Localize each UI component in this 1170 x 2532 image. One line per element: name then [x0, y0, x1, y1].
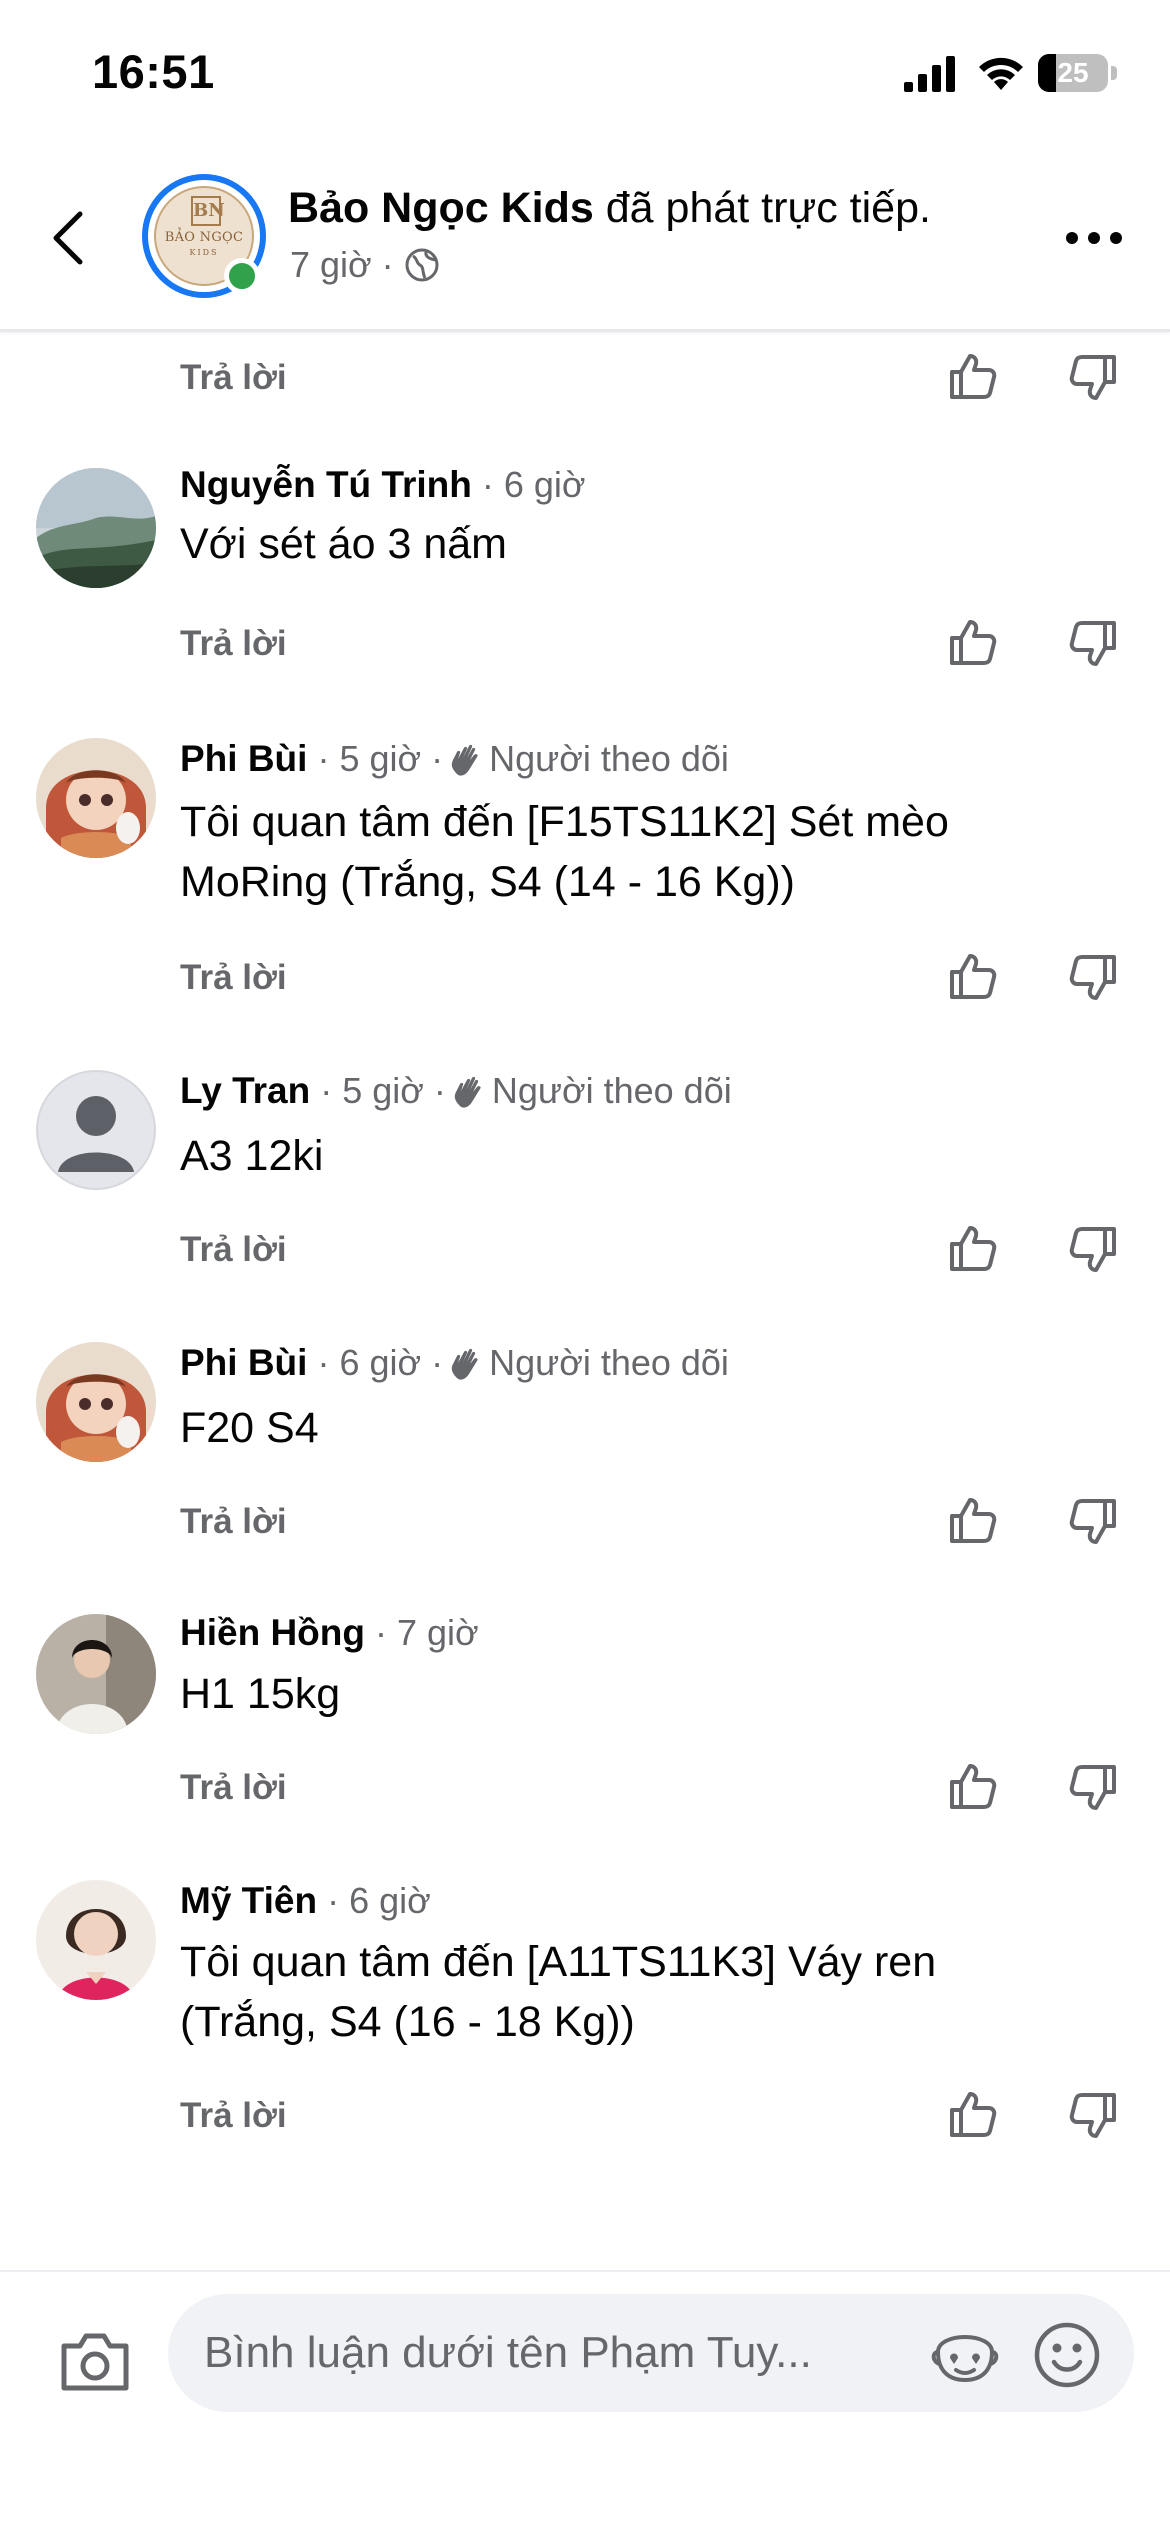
comment-meta: Nguyễn Tú Trinh · 6 giờ — [180, 464, 586, 506]
follower-badge: Người theo dõi — [489, 1342, 729, 1383]
battery-tip — [1111, 66, 1117, 80]
comment-input-placeholder: Bình luận dưới tên Phạm Tuy... — [204, 2328, 812, 2377]
comment-meta: Ly Tran · 5 giờ · Người theo dõi — [180, 1070, 732, 1112]
follower-badge: Người theo dõi — [491, 1070, 732, 1111]
comment-text: F20 S4 — [180, 1404, 319, 1452]
camera-icon[interactable] — [58, 2330, 132, 2394]
avatar-doll — [36, 738, 156, 858]
comment-actions: Trả lời — [180, 1760, 1130, 1820]
commenter-name[interactable]: Mỹ Tiên — [180, 1880, 317, 1922]
post-header: BN BẢO NGỌC KIDS Bảo Ngọc Kids đã phát t… — [0, 140, 1170, 332]
wave-icon — [451, 744, 478, 776]
comment-meta: Mỹ Tiên · 6 giờ — [180, 1880, 431, 1922]
more-icon[interactable] — [1064, 230, 1124, 246]
like-icon[interactable] — [946, 950, 1000, 1004]
like-icon[interactable] — [946, 1760, 1000, 1814]
dislike-icon[interactable] — [1066, 1494, 1120, 1548]
comment-actions: Trả lời — [180, 1494, 1130, 1554]
post-action: đã phát trực tiếp. — [593, 184, 931, 232]
comment-text: Với sét áo 3 nấm — [180, 520, 507, 568]
dislike-icon[interactable] — [1066, 616, 1120, 670]
reply-button[interactable]: Trả lời — [180, 958, 287, 998]
signal-icon — [904, 56, 955, 92]
comment-time: · 6 giờ — [481, 464, 586, 505]
comment-actions: Trả lời — [180, 350, 1130, 410]
comment-actions: Trả lời — [180, 1222, 1130, 1282]
reply-button[interactable]: Trả lời — [180, 1230, 287, 1270]
comment-meta: Phi Bùi · 5 giờ · Người theo dõi — [180, 738, 729, 780]
avatar[interactable] — [36, 1880, 156, 2000]
emoji-icon[interactable] — [1032, 2320, 1102, 2390]
commenter-name[interactable]: Nguyễn Tú Trinh — [180, 464, 472, 506]
wifi-icon — [979, 57, 1023, 90]
comment-meta: Hiền Hồng · 7 giờ — [180, 1612, 479, 1654]
dislike-icon[interactable] — [1066, 2088, 1120, 2142]
battery-level: 25 — [1057, 57, 1089, 88]
comment-meta: Phi Bùi · 6 giờ · Người theo dõi — [180, 1342, 729, 1384]
comment-text: Tôi quan tâm đến [F15TS11K2] Sét mèo MoR… — [180, 798, 949, 906]
online-status-dot — [224, 258, 260, 294]
comment-time: · 5 giờ · — [320, 1070, 446, 1111]
wave-icon — [454, 1076, 481, 1108]
comment-composer: Bình luận dưới tên Phạm Tuy... — [0, 2270, 1170, 2532]
post-title[interactable]: Bảo Ngọc Kids đã phát trực tiếp. — [288, 184, 931, 233]
comment-time: · 6 giờ · — [317, 1342, 444, 1383]
comment-text: Tôi quan tâm đến [A11TS11K3] Váy ren (Tr… — [180, 1938, 937, 2046]
avatar[interactable] — [36, 1070, 156, 1190]
comment-time: · 5 giờ · — [317, 738, 444, 779]
meta-separator: · — [381, 244, 394, 285]
avatar-doll — [36, 1342, 156, 1462]
logo-monogram: BN — [191, 196, 225, 226]
dislike-icon[interactable] — [1066, 950, 1120, 1004]
logo-sub: KIDS — [189, 248, 219, 257]
comment-text: A3 12ki — [180, 1132, 324, 1180]
commenter-name[interactable]: Phi Bùi — [180, 738, 307, 780]
like-icon[interactable] — [946, 1222, 1000, 1276]
commenter-name[interactable]: Hiền Hồng — [180, 1612, 365, 1654]
commenter-name[interactable]: Phi Bùi — [180, 1342, 307, 1384]
like-icon[interactable] — [946, 350, 1000, 404]
reply-button[interactable]: Trả lời — [180, 2096, 287, 2136]
avatar-selfie — [36, 1614, 156, 1734]
like-icon[interactable] — [946, 2088, 1000, 2142]
avatar[interactable] — [36, 1614, 156, 1734]
wave-icon — [451, 1348, 478, 1380]
globe-icon — [405, 248, 439, 282]
avatar-sticker-icon[interactable] — [930, 2322, 1000, 2384]
battery-indicator: 25 — [1038, 54, 1118, 92]
comment-text: H1 15kg — [180, 1670, 341, 1718]
comment-input[interactable]: Bình luận dưới tên Phạm Tuy... — [168, 2294, 1134, 2412]
status-time: 16:51 — [92, 45, 215, 98]
battery-body: 25 — [1038, 54, 1108, 92]
commenter-name[interactable]: Ly Tran — [180, 1070, 310, 1112]
like-icon[interactable] — [946, 616, 1000, 670]
status-bar: 16:51 25 — [0, 0, 1170, 140]
default-avatar-icon — [58, 1096, 134, 1172]
avatar[interactable] — [36, 738, 156, 858]
logo-name: BẢO NGỌC — [164, 230, 244, 245]
dislike-icon[interactable] — [1066, 1222, 1120, 1276]
dislike-icon[interactable] — [1066, 350, 1120, 404]
avatar-landscape — [36, 468, 156, 588]
post-meta: 7 giờ · — [290, 244, 440, 286]
reply-button[interactable]: Trả lời — [180, 1502, 287, 1542]
reply-button[interactable]: Trả lời — [180, 358, 287, 398]
avatar-portrait — [36, 1880, 156, 2000]
post-time: 7 giờ — [290, 244, 372, 285]
like-icon[interactable] — [946, 1494, 1000, 1548]
back-arrow-icon[interactable] — [46, 210, 92, 266]
comment-time: · 6 giờ — [327, 1880, 431, 1921]
reply-button[interactable]: Trả lời — [180, 624, 287, 664]
comment-time: · 7 giờ — [374, 1612, 479, 1653]
comment-actions: Trả lời — [180, 2088, 1130, 2148]
comment-actions: Trả lời — [180, 950, 1130, 1010]
dislike-icon[interactable] — [1066, 1760, 1120, 1814]
follower-badge: Người theo dõi — [489, 738, 729, 779]
reply-button[interactable]: Trả lời — [180, 1768, 287, 1808]
avatar[interactable] — [36, 468, 156, 588]
comment-actions: Trả lời — [180, 616, 1130, 676]
page-name[interactable]: Bảo Ngọc Kids — [288, 184, 594, 232]
avatar[interactable] — [36, 1342, 156, 1462]
